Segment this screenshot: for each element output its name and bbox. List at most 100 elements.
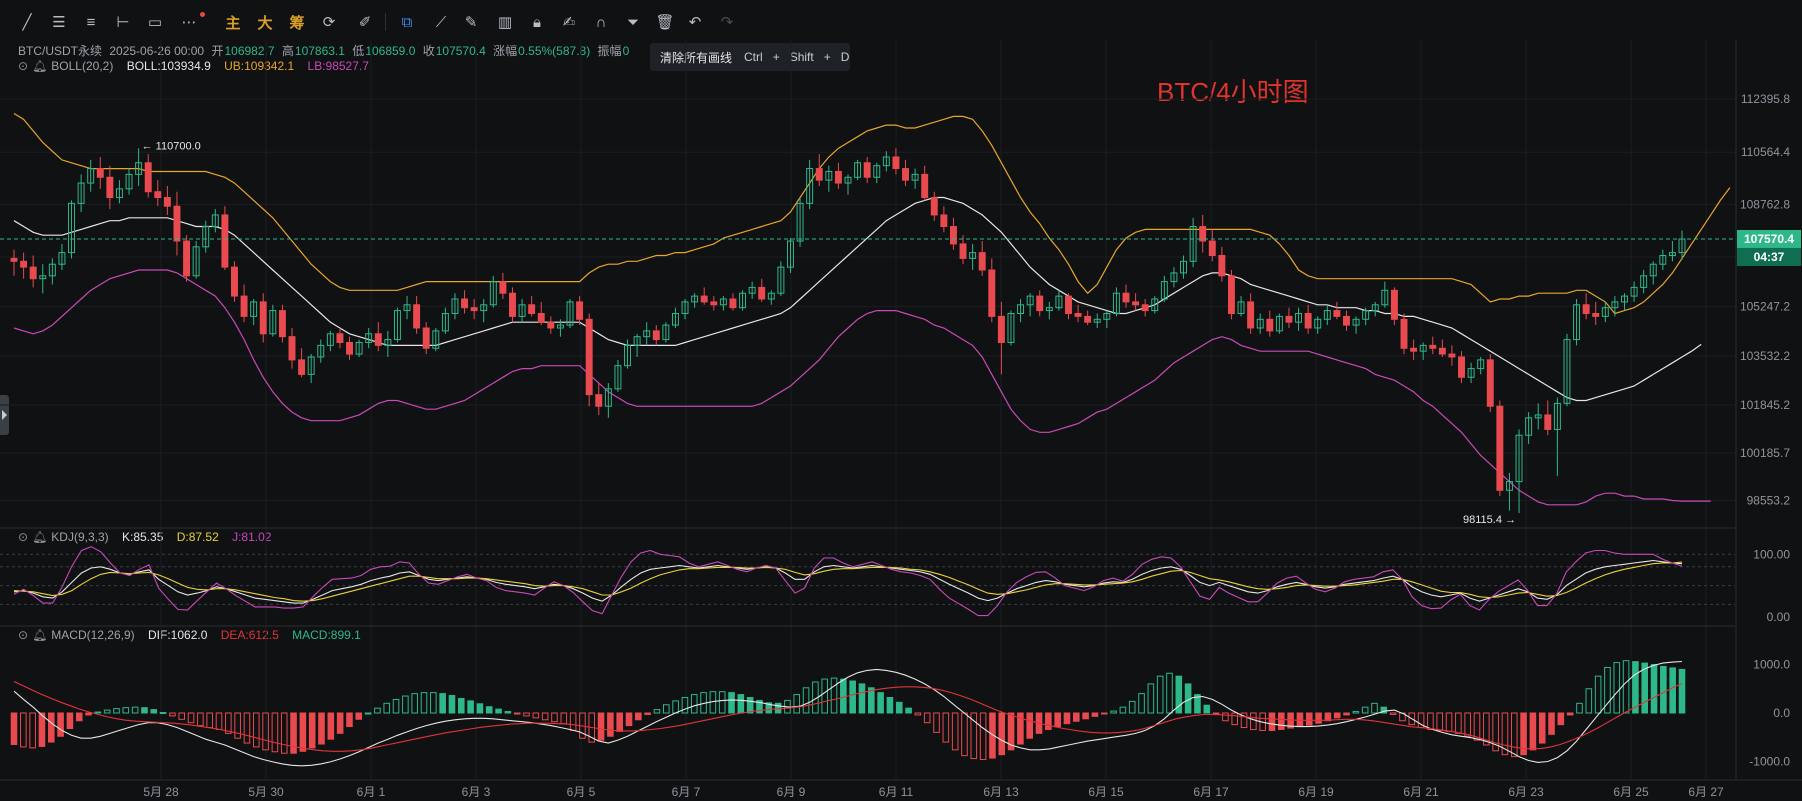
candle-body: [1544, 414, 1552, 430]
macd-histogram-bar: [877, 692, 884, 714]
change-value: 0.55%(587.8): [518, 44, 591, 58]
macd-histogram-bar: [131, 706, 139, 714]
trendline-icon[interactable]: ╱: [16, 12, 38, 32]
redo-icon[interactable]: ↷: [716, 12, 738, 32]
macd-histogram-bar: [1138, 693, 1145, 714]
bell-icon[interactable]: 🔔︎: [32, 59, 47, 73]
macd-histogram-bar: [541, 712, 549, 721]
macd-histogram-bar: [1035, 712, 1043, 734]
note-icon[interactable]: ✍: [558, 12, 580, 32]
macd-histogram-bar: [252, 712, 260, 748]
macd-histogram-bar: [1333, 712, 1341, 719]
horizontal-ray-icon[interactable]: ⊢: [112, 12, 134, 32]
chips-button[interactable]: 筹: [286, 12, 308, 32]
candle-body: [298, 359, 306, 375]
macd-pane: [10, 660, 1686, 767]
macd-legend: ⊙ 🔔︎ MACD(12,26,9) DIF:1062.0 DEA:612.5 MA…: [18, 628, 365, 642]
lock-icon[interactable]: 🔒︎: [526, 12, 548, 32]
macd-histogram-bar: [150, 709, 158, 714]
candle-body: [921, 173, 929, 199]
tooltip-key-ctrl: Ctrl: [744, 50, 763, 64]
macd-histogram-bar: [588, 712, 596, 743]
candle-body: [1208, 240, 1216, 257]
main-chart-button[interactable]: 主: [222, 12, 244, 32]
candle-body: [192, 246, 200, 277]
high-label: 高: [281, 44, 294, 58]
candle-body: [1553, 402, 1561, 430]
macd-histogram-bar: [942, 712, 950, 743]
candle-body: [1189, 226, 1197, 262]
macd-histogram-bar: [1268, 712, 1276, 731]
macd-histogram-bar: [1576, 702, 1583, 714]
macd-histogram-bar: [66, 712, 74, 730]
macd-histogram-bar: [616, 712, 623, 732]
candle-body: [68, 202, 75, 254]
candle-body: [1563, 339, 1571, 404]
macd-histogram-bar: [1389, 712, 1397, 715]
eye-icon[interactable]: ⊙: [18, 530, 28, 544]
indicator-icon[interactable]: ⟳: [318, 12, 340, 32]
ruler-icon[interactable]: ⟋: [430, 12, 452, 32]
tooltip-plus: +: [823, 50, 831, 64]
candle-body: [806, 168, 814, 204]
horizontal-lines-icon[interactable]: ☰: [48, 12, 70, 32]
candle-body: [1381, 289, 1389, 306]
macd-histogram-bar: [1510, 712, 1518, 758]
brush-icon[interactable]: ✐: [354, 12, 376, 32]
macd-histogram-bar: [271, 712, 279, 753]
filter-icon[interactable]: ⏷: [622, 12, 644, 32]
macd-histogram-bar: [551, 712, 558, 723]
candle-body: [604, 388, 612, 407]
macd-histogram-bar: [709, 691, 717, 714]
candle-body: [29, 266, 37, 280]
bell-icon[interactable]: 🔔︎: [32, 628, 47, 642]
eye-icon[interactable]: ⊙: [18, 59, 28, 73]
candle-body: [346, 341, 353, 355]
candle-body: [269, 310, 277, 335]
macd-histogram-bar: [280, 712, 288, 754]
macd-hist-value: MACD:899.1: [292, 628, 361, 642]
candle-body: [87, 168, 95, 184]
candle-body: [969, 252, 977, 259]
macd-histogram-bar: [141, 707, 148, 714]
symbol-label: BTC/USDT永续: [18, 44, 103, 58]
big-order-button[interactable]: 大: [254, 12, 276, 32]
macd-histogram-bar: [430, 692, 437, 714]
macd-histogram-bar: [299, 712, 307, 752]
rectangle-icon[interactable]: ▭: [144, 12, 166, 32]
pen-icon[interactable]: ✎: [460, 12, 482, 32]
copy-icon[interactable]: ⧉: [396, 12, 418, 32]
candles-icon[interactable]: ▥: [494, 12, 516, 32]
clear-drawings-tooltip: 清除所有画线 Ctrl + Shift + D: [650, 43, 850, 71]
candle-body: [652, 330, 660, 341]
chart-watermark-title: BTC/4小时图: [1157, 77, 1309, 107]
candle-body: [1362, 310, 1370, 320]
trash-icon[interactable]: 🗑︎: [654, 12, 676, 32]
candle-body: [796, 202, 804, 242]
more-icon[interactable]: ⋯: [178, 12, 200, 32]
macd-histogram-bar: [961, 712, 968, 757]
undo-icon[interactable]: ↶: [684, 12, 706, 32]
amplitude-label: 振幅: [597, 44, 622, 58]
candle-body: [595, 394, 603, 407]
macd-histogram-bar: [374, 707, 381, 714]
candle-body: [1007, 312, 1015, 343]
candle-body: [1659, 255, 1667, 265]
bell-icon[interactable]: 🔔︎: [32, 530, 47, 544]
candle-body: [1352, 318, 1360, 326]
macd-histogram-bar: [1455, 712, 1462, 734]
sidebar-toggle[interactable]: [0, 395, 9, 435]
candle-body: [1266, 318, 1274, 332]
amplitude-value: 0: [622, 44, 630, 58]
macd-histogram-bar: [103, 709, 111, 714]
candle-body: [1525, 417, 1533, 436]
low-price-marker: 98115.4 →: [1463, 514, 1516, 526]
magnet-icon[interactable]: ∩: [590, 12, 612, 32]
grid-lines: [0, 40, 1735, 780]
candle-body: [240, 295, 248, 317]
parallel-lines-icon[interactable]: ≡: [80, 12, 102, 32]
candle-body: [278, 310, 286, 338]
macd-histogram-bar: [113, 708, 120, 714]
macd-histogram-bar: [47, 712, 55, 743]
eye-icon[interactable]: ⊙: [18, 628, 28, 642]
